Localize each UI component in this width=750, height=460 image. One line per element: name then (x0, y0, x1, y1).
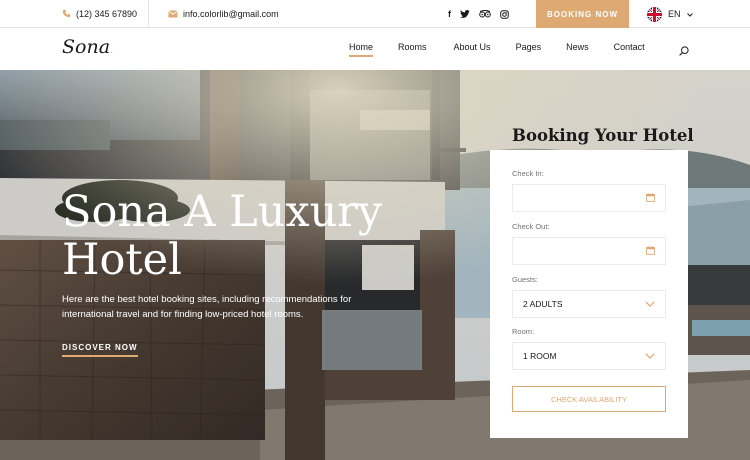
uk-flag-icon (647, 6, 662, 22)
main-nav: Home Rooms About Us Pages News Contact (349, 42, 645, 57)
room-label: Room: (512, 327, 535, 336)
chevron-down-icon (686, 9, 693, 19)
divider (148, 0, 149, 28)
nav-about-us[interactable]: About Us (454, 42, 491, 57)
phone-contact[interactable]: (12) 345 67890 (62, 0, 137, 28)
guests-label: Guests: (512, 275, 538, 284)
phone-icon (62, 9, 71, 18)
mail-icon (168, 9, 178, 18)
chevron-down-icon (645, 299, 655, 309)
nav-pages[interactable]: Pages (516, 42, 542, 57)
logo[interactable]: Sona. (62, 36, 113, 58)
logo-dot: . (110, 45, 114, 56)
main-header: Sona. Home Rooms About Us Pages News Con… (0, 28, 750, 70)
hero-title: Sona A Luxury Hotel (62, 187, 383, 285)
guests-select[interactable]: 2 ADULTS (512, 290, 666, 318)
nav-rooms[interactable]: Rooms (398, 42, 427, 57)
language-selector[interactable]: EN (647, 0, 693, 28)
check-availability-button[interactable]: CHECK AVAILABILITY (512, 386, 666, 412)
facebook-icon[interactable]: f (448, 9, 451, 19)
calendar-icon (646, 245, 655, 257)
booking-now-button[interactable]: BOOKING NOW (536, 0, 629, 28)
nav-news[interactable]: News (566, 42, 589, 57)
email-contact[interactable]: info.colorlib@gmail.com (168, 0, 279, 28)
hero-description: Here are the best hotel booking sites, i… (62, 294, 352, 320)
email-address: info.colorlib@gmail.com (183, 8, 279, 19)
check-in-label: Check In: (512, 169, 544, 178)
check-out-label: Check Out: (512, 222, 550, 231)
calendar-icon (646, 192, 655, 204)
tripadvisor-icon[interactable] (479, 10, 491, 18)
booking-form: Check In: Check Out: Guests: 2 ADULTS Ro… (490, 150, 688, 438)
check-out-field[interactable] (512, 237, 666, 265)
booking-title: Booking Your Hotel (512, 126, 694, 145)
nav-contact[interactable]: Contact (614, 42, 645, 57)
check-in-field[interactable] (512, 184, 666, 212)
discover-now-link[interactable]: DISCOVER NOW (62, 343, 138, 357)
room-select[interactable]: 1 ROOM (512, 342, 666, 370)
room-value: 1 ROOM (523, 351, 557, 361)
phone-number: (12) 345 67890 (76, 8, 138, 19)
social-links: f (448, 0, 509, 28)
instagram-icon[interactable] (500, 9, 509, 19)
twitter-icon[interactable] (460, 10, 470, 18)
guests-value: 2 ADULTS (523, 299, 563, 309)
nav-home[interactable]: Home (349, 42, 374, 57)
search-icon[interactable] (679, 43, 689, 61)
logo-text: Sona (62, 36, 111, 58)
language-label: EN (668, 9, 681, 19)
chevron-down-icon (645, 351, 655, 361)
top-bar: (12) 345 67890 info.colorlib@gmail.com f… (0, 0, 750, 28)
